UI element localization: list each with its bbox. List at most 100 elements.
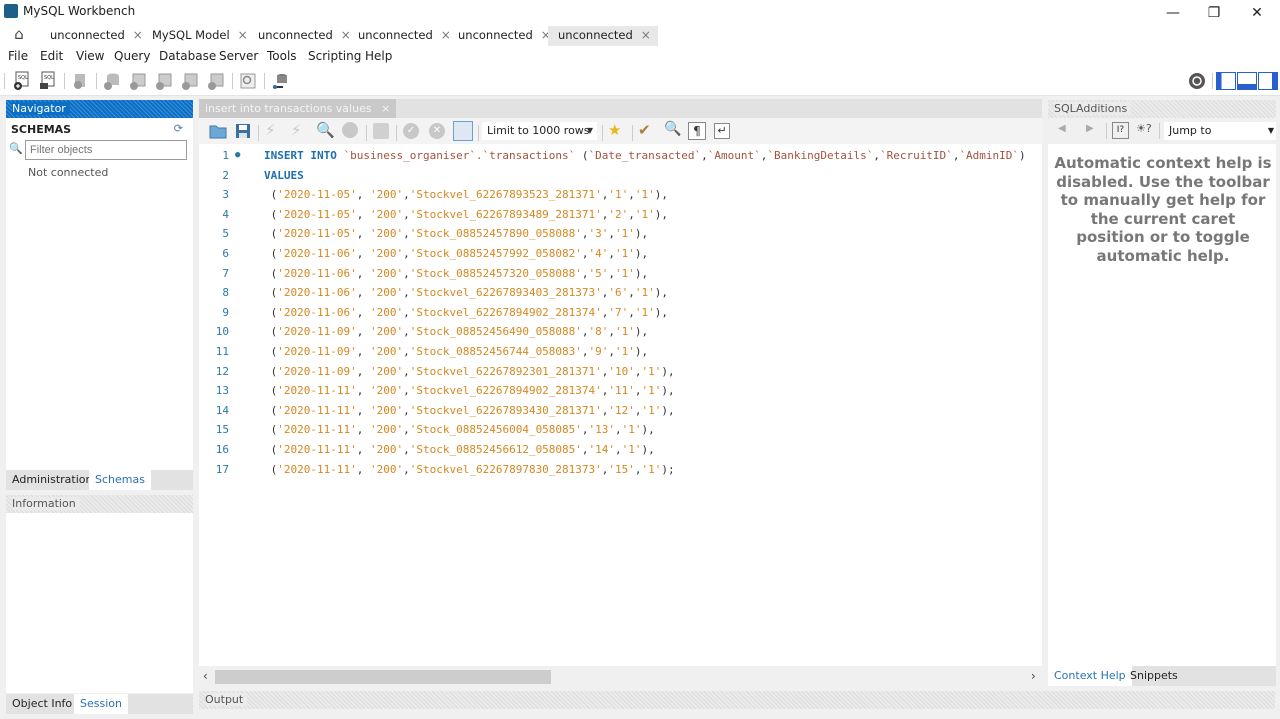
filter-objects-input[interactable]: [25, 140, 187, 160]
scroll-right-icon[interactable]: ›: [1031, 669, 1036, 683]
search-table-data-icon[interactable]: [238, 71, 258, 91]
create-procedure-icon[interactable]: [180, 71, 200, 91]
tab-schemas[interactable]: Schemas: [89, 470, 151, 490]
close-tab-icon[interactable]: ×: [641, 28, 651, 42]
toggle-output-panel-icon[interactable]: [1237, 72, 1257, 90]
auto-context-help-icon[interactable]: ☀?: [1136, 122, 1152, 135]
sql-editor[interactable]: 1 ● INSERT INTO `business_organiser`.`tran…: [199, 144, 1042, 666]
close-editor-tab-icon[interactable]: ×: [381, 102, 390, 115]
code-line: 5 ('2020-11-05', '200','Stock_0885245789…: [199, 224, 1042, 243]
toolbar-separator: [4, 73, 5, 89]
forward-icon[interactable]: ▶: [1086, 123, 1094, 134]
toolbar-separator: [366, 125, 367, 141]
line-number: 17: [215, 462, 229, 476]
open-file-icon[interactable]: [209, 122, 227, 140]
line-number: 12: [215, 364, 229, 378]
tab-unconnected-5-active[interactable]: unconnected ×: [548, 26, 658, 46]
tab-object-info[interactable]: Object Info: [6, 694, 78, 714]
execute-icon[interactable]: ⚡: [265, 121, 276, 139]
reconnect-icon[interactable]: [270, 71, 290, 91]
open-sql-script-icon[interactable]: SQL: [38, 71, 58, 91]
save-icon[interactable]: [234, 122, 252, 140]
explain-icon[interactable]: 🔍: [316, 121, 335, 139]
code-line: 13 ('2020-11-11', '200','Stockvel_622678…: [199, 381, 1042, 400]
menu-server[interactable]: Server: [219, 49, 258, 63]
create-view-icon[interactable]: [154, 71, 174, 91]
create-table-icon[interactable]: [128, 71, 148, 91]
word-wrap-icon[interactable]: ↵: [714, 123, 730, 139]
commit-icon[interactable]: ✓: [403, 123, 419, 139]
tab-unconnected-2[interactable]: unconnected ×: [248, 26, 351, 46]
new-sql-tab-icon[interactable]: SQL: [12, 71, 32, 91]
scroll-left-icon[interactable]: ‹: [203, 669, 208, 683]
context-help-panel: Automatic context help is disabled. Use …: [1048, 144, 1276, 666]
string-literal: '1': [615, 266, 635, 280]
sql-additions-tabs: Context Help Snippets: [1048, 666, 1276, 686]
sql-editor-tab[interactable]: insert into transactions values ×: [199, 99, 397, 118]
menu-file[interactable]: File: [8, 49, 28, 63]
toggle-sidebar-icon[interactable]: [1216, 72, 1236, 90]
line-number: 6: [222, 247, 229, 260]
code-text: ('2020-11-05', '200','Stockvel_622678935…: [264, 188, 669, 202]
home-icon[interactable]: ⌂: [8, 25, 30, 45]
beautify-icon[interactable]: ✔: [638, 121, 651, 139]
svg-text:SQL: SQL: [44, 75, 54, 81]
find-replace-icon[interactable]: 🔍: [664, 121, 681, 137]
tab-snippets[interactable]: Snippets: [1124, 666, 1184, 686]
execute-current-statement-icon[interactable]: ⚡: [291, 121, 302, 139]
close-tab-icon[interactable]: ×: [238, 28, 248, 42]
tab-unconnected-4[interactable]: unconnected ×: [448, 26, 551, 46]
schema-inspector-icon[interactable]: [70, 71, 90, 91]
string-literal: 'Stockvel_62267893523_281371': [409, 188, 602, 202]
menu-help[interactable]: Help: [365, 49, 392, 63]
menu-tools[interactable]: Tools: [267, 49, 297, 63]
refresh-schemas-icon[interactable]: ⟳: [174, 122, 183, 135]
sql-editor-toolbar: ⚡ ⚡ 🔍 ✓ ✕ Limit to 1000 rows ▼ ★ ✔ 🔍 ¶ ↵: [199, 118, 1042, 144]
editor-horizontal-scrollbar[interactable]: ‹ ›: [199, 668, 1042, 686]
back-icon[interactable]: ◀: [1058, 123, 1066, 134]
invisible-characters-icon[interactable]: ¶: [688, 122, 706, 140]
tab-mysql-model[interactable]: MySQL Model ×: [142, 26, 248, 46]
minimize-button[interactable]: —: [1153, 2, 1193, 24]
menu-query[interactable]: Query: [114, 49, 150, 63]
string-literal: 'Stock_08852456744_058083': [409, 345, 582, 358]
context-help-text: Automatic context help is disabled. Use …: [1054, 154, 1272, 265]
chevron-down-icon: ▼: [1267, 126, 1274, 135]
stop-icon[interactable]: [342, 122, 358, 138]
menu-view[interactable]: View: [76, 49, 104, 63]
restore-button[interactable]: ❐: [1194, 2, 1234, 24]
close-window-button[interactable]: ✕: [1237, 2, 1277, 24]
code-line: 11 ('2020-11-09', '200','Stock_088524567…: [199, 342, 1042, 361]
tab-administration[interactable]: Administration: [6, 470, 99, 490]
string-literal: '2': [608, 207, 629, 221]
add-snippet-star-icon[interactable]: ★: [608, 121, 621, 139]
line-number: 7: [222, 266, 229, 280]
tab-unconnected-1[interactable]: unconnected ×: [40, 26, 143, 46]
tab-unconnected-3[interactable]: unconnected ×: [348, 26, 451, 46]
create-function-icon[interactable]: [206, 71, 226, 91]
settings-icon[interactable]: [1187, 71, 1207, 91]
tab-context-help[interactable]: Context Help: [1048, 666, 1132, 686]
toggle-secondary-sidebar-icon[interactable]: [1258, 72, 1278, 90]
menu-scripting[interactable]: Scripting: [308, 49, 361, 63]
line-number: 11: [215, 345, 229, 358]
autocommit-toggle-icon[interactable]: [453, 121, 473, 141]
string-literal: '1': [621, 443, 642, 456]
create-schema-icon[interactable]: [102, 71, 122, 91]
toolbar-separator: [1212, 73, 1213, 89]
output-header[interactable]: Output: [199, 691, 1275, 709]
tab-session[interactable]: Session: [74, 694, 128, 714]
limit-rows-select[interactable]: Limit to 1000 rows ▼: [482, 122, 597, 140]
code-text: ('2020-11-11', '200','Stock_08852456612_…: [264, 443, 655, 456]
manual-context-help-icon[interactable]: I?: [1112, 122, 1129, 139]
scrollbar-thumb[interactable]: [215, 670, 551, 684]
string-literal: 'Stockvel_62267893489_281371': [409, 207, 602, 221]
menu-edit[interactable]: Edit: [40, 49, 63, 63]
string-literal: '1': [615, 227, 635, 241]
menu-database[interactable]: Database: [159, 49, 216, 63]
rollback-icon[interactable]: ✕: [429, 123, 445, 139]
column-identifier: `RecruitID`: [879, 149, 953, 162]
jump-to-select[interactable]: Jump to ▼: [1164, 122, 1276, 140]
toggle-continue-on-error-icon[interactable]: [373, 123, 389, 139]
line-number: 13: [215, 384, 229, 398]
